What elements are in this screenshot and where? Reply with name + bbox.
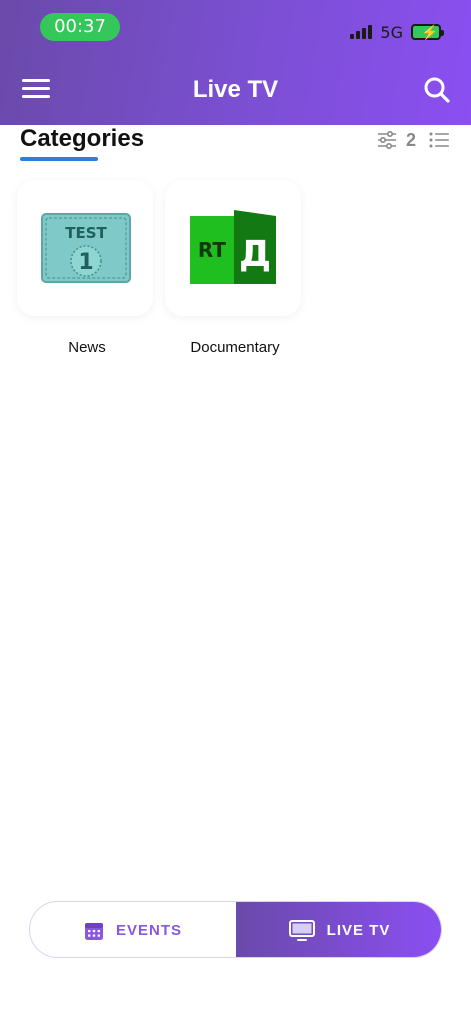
category-label: News xyxy=(68,339,106,356)
status-indicators: 5G ⚡ xyxy=(350,22,444,42)
category-item-documentary[interactable]: RT Д Documentary xyxy=(165,180,305,357)
categories-underline xyxy=(20,157,98,161)
category-label: Documentary xyxy=(190,339,280,356)
test1-channel-logo: TEST 1 xyxy=(41,213,131,283)
rtd-channel-logo: RT Д xyxy=(188,204,280,294)
bottom-tab-bar: EVENTS LIVE TV xyxy=(29,901,442,958)
calendar-icon xyxy=(84,922,103,940)
category-count: 2 xyxy=(406,130,417,150)
app-header: 00:37 5G ⚡ Live TV xyxy=(0,0,471,125)
category-card[interactable]: RT Д xyxy=(165,180,301,316)
list-view-icon[interactable] xyxy=(429,131,449,149)
filter-icon[interactable] xyxy=(377,131,397,149)
search-icon xyxy=(424,77,450,103)
logo-rt: RT xyxy=(198,238,227,262)
logo-text: TEST xyxy=(65,224,107,242)
tab-events-label: EVENTS xyxy=(115,922,182,939)
battery-icon: ⚡ xyxy=(411,24,444,40)
tv-icon xyxy=(288,919,315,941)
category-card[interactable]: TEST 1 xyxy=(17,180,153,316)
status-time: 00:37 xyxy=(40,13,120,41)
network-type: 5G xyxy=(380,22,403,42)
search-button[interactable] xyxy=(423,76,451,104)
signal-icon xyxy=(350,25,373,39)
logo-letter: Д xyxy=(239,234,271,275)
logo-number: 1 xyxy=(78,250,93,275)
page-title: Live TV xyxy=(192,76,279,103)
category-item-news[interactable]: TEST 1 News xyxy=(17,180,157,357)
categories-heading: Categories xyxy=(20,125,145,152)
tab-live-tv-label: LIVE TV xyxy=(326,922,391,939)
tab-live-tv[interactable]: LIVE TV xyxy=(236,902,441,957)
tab-events[interactable]: EVENTS xyxy=(30,902,236,957)
